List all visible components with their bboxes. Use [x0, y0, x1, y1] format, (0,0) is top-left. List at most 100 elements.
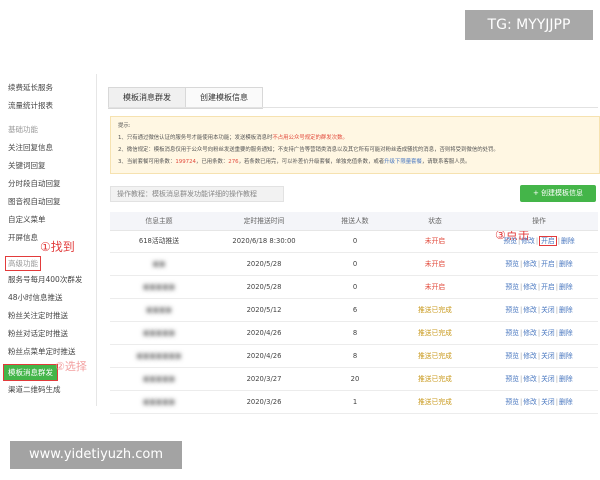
- cell-push-time: 2020/4/26: [246, 329, 282, 337]
- delete-link[interactable]: 删除: [559, 375, 573, 383]
- delete-link[interactable]: 删除: [559, 283, 573, 291]
- sidebar-item-48h-push[interactable]: 48小时信息推送: [8, 292, 63, 303]
- tutorial-link[interactable]: 操作教程：模板消息群发功能详细的操作教程: [110, 186, 284, 202]
- action-separator: |: [537, 260, 541, 268]
- preview-link[interactable]: 预览: [505, 260, 519, 268]
- table-row: ■■ 2020/5/28 0 未开启 预览|修改|开启|删除: [110, 253, 598, 276]
- delete-link[interactable]: 删除: [559, 260, 573, 268]
- table-header: 信息主题 定时推送时间 推送人数 状态 操作: [110, 212, 598, 231]
- cell-push-count: 0: [352, 237, 358, 245]
- cell-actions: 预览|修改|开启|删除: [480, 276, 598, 298]
- enable-link[interactable]: 开启: [539, 236, 557, 246]
- disable-link[interactable]: 关闭: [541, 375, 555, 383]
- cell-push-time: 2020/4/26: [246, 352, 282, 360]
- upgrade-package-link[interactable]: 升级下限量套餐: [384, 159, 422, 165]
- action-separator: |: [555, 306, 559, 314]
- delete-link[interactable]: 删除: [559, 398, 573, 406]
- annotation-step-1: ①找到: [40, 240, 75, 254]
- sidebar-item-template-broadcast[interactable]: 模板消息群发: [3, 364, 58, 381]
- sidebar-item-custom-menu[interactable]: 自定义菜单: [8, 214, 46, 225]
- sidebar-item-traffic-stats[interactable]: 流量统计报表: [8, 100, 53, 111]
- disable-link[interactable]: 关闭: [541, 352, 555, 360]
- disable-link[interactable]: 关闭: [541, 398, 555, 406]
- preview-link[interactable]: 预览: [505, 306, 519, 314]
- edit-link[interactable]: 修改: [521, 237, 535, 245]
- edit-link[interactable]: 修改: [523, 398, 537, 406]
- action-separator: |: [555, 329, 559, 337]
- action-separator: |: [537, 398, 541, 406]
- table-row: ■■■■■■■ 2020/4/26 8 推送已完成 预览|修改|关闭|删除: [110, 345, 598, 368]
- cell-actions: 预览|修改|关闭|删除: [480, 299, 598, 321]
- edit-link[interactable]: 修改: [523, 329, 537, 337]
- table-row: ■■■■■ 2020/5/28 0 未开启 预览|修改|开启|删除: [110, 276, 598, 299]
- sidebar-item-menu-timed-push[interactable]: 粉丝点菜单定时推送: [8, 346, 76, 357]
- notice-line-3-text-c: ，若条数已用完，可以补差价升级套餐，单独充值条数，或者: [238, 159, 385, 165]
- preview-link[interactable]: 预览: [505, 375, 519, 383]
- cell-push-count: 6: [352, 306, 358, 314]
- enable-link[interactable]: 开启: [541, 260, 555, 268]
- action-separator: |: [537, 352, 541, 360]
- disable-link[interactable]: 关闭: [541, 306, 555, 314]
- sidebar-item-group-basic: 基础功能: [8, 125, 38, 134]
- sidebar-item-timed-auto-reply[interactable]: 分时段自动回复: [8, 178, 61, 189]
- sidebar-item-splash-message[interactable]: 开屏信息: [8, 232, 38, 243]
- sidebar-item-media-auto-reply[interactable]: 图音视自动回复: [8, 196, 61, 207]
- table-row: ■■■■■ 2020/3/27 20 推送已完成 预览|修改|关闭|删除: [110, 368, 598, 391]
- delete-link[interactable]: 删除: [561, 237, 575, 245]
- column-header-topic: 信息主题: [145, 217, 173, 225]
- sidebar-item-monthly-broadcast[interactable]: 服务号每月400次群发: [8, 274, 82, 285]
- notice-line-1-highlight: 不占用公众号规定的群发次数。: [272, 135, 348, 141]
- sidebar-item-channel-qrcode[interactable]: 渠道二维码生成: [8, 384, 61, 395]
- column-header-status: 状态: [428, 217, 442, 225]
- action-separator: |: [537, 329, 541, 337]
- action-separator: |: [519, 375, 523, 383]
- sidebar-item-follow-reply[interactable]: 关注回复信息: [8, 142, 53, 153]
- tab-template-message-broadcast[interactable]: 模板消息群发: [108, 87, 186, 109]
- tab-divider: [108, 107, 598, 108]
- cell-actions: 预览|修改|关闭|删除: [480, 368, 598, 390]
- delete-link[interactable]: 删除: [559, 306, 573, 314]
- create-template-button[interactable]: + 创建模板信息: [520, 185, 596, 202]
- edit-link[interactable]: 修改: [523, 306, 537, 314]
- action-separator: |: [555, 260, 559, 268]
- preview-link[interactable]: 预览: [505, 329, 519, 337]
- action-separator: |: [517, 237, 521, 245]
- sidebar-item-chat-timed-push[interactable]: 粉丝对话定时推送: [8, 328, 68, 339]
- cell-push-time: 2020/5/28: [246, 260, 282, 268]
- sidebar-item-group-advanced[interactable]: 高级功能: [5, 256, 41, 271]
- preview-link[interactable]: 预览: [505, 352, 519, 360]
- annotation-step-2: ②选择: [55, 360, 87, 373]
- cell-actions: 预览|修改|关闭|删除: [480, 391, 598, 413]
- preview-link[interactable]: 预览: [505, 283, 519, 291]
- table-row: ■■■■■ 2020/4/26 8 推送已完成 预览|修改|关闭|删除: [110, 322, 598, 345]
- notice-title: 提示:: [118, 123, 131, 129]
- action-separator: |: [519, 352, 523, 360]
- disable-link[interactable]: 关闭: [541, 329, 555, 337]
- cell-push-count: 20: [350, 375, 360, 383]
- table-row: 618活动推送 2020/6/18 8:30:00 0 未开启 预览|修改| 开启 |删除: [110, 230, 598, 253]
- preview-link[interactable]: 预览: [503, 237, 517, 245]
- sidebar-item-renewal[interactable]: 续费延长服务: [8, 82, 53, 93]
- edit-link[interactable]: 修改: [523, 352, 537, 360]
- preview-link[interactable]: 预览: [505, 398, 519, 406]
- tab-create-template[interactable]: 创建模板信息: [185, 87, 263, 109]
- edit-link[interactable]: 修改: [523, 283, 537, 291]
- action-separator: |: [519, 329, 523, 337]
- cell-actions: 预览|修改|关闭|删除: [480, 345, 598, 367]
- action-separator: |: [519, 398, 523, 406]
- cell-status: 推送已完成: [418, 329, 452, 337]
- delete-link[interactable]: 删除: [559, 352, 573, 360]
- column-header-count: 推送人数: [341, 217, 369, 225]
- delete-link[interactable]: 删除: [559, 329, 573, 337]
- enable-link[interactable]: 开启: [541, 283, 555, 291]
- cell-actions: 预览|修改|关闭|删除: [480, 322, 598, 344]
- sidebar-item-keyword-reply[interactable]: 关键词回复: [8, 160, 46, 171]
- available-count: 199724: [175, 159, 196, 165]
- edit-link[interactable]: 修改: [523, 260, 537, 268]
- cell-status: 未开启: [424, 237, 446, 245]
- cell-status: 未开启: [424, 283, 446, 291]
- edit-link[interactable]: 修改: [523, 375, 537, 383]
- action-separator: |: [519, 260, 523, 268]
- action-separator: |: [555, 398, 559, 406]
- sidebar-item-follow-timed-push[interactable]: 粉丝关注定时推送: [8, 310, 68, 321]
